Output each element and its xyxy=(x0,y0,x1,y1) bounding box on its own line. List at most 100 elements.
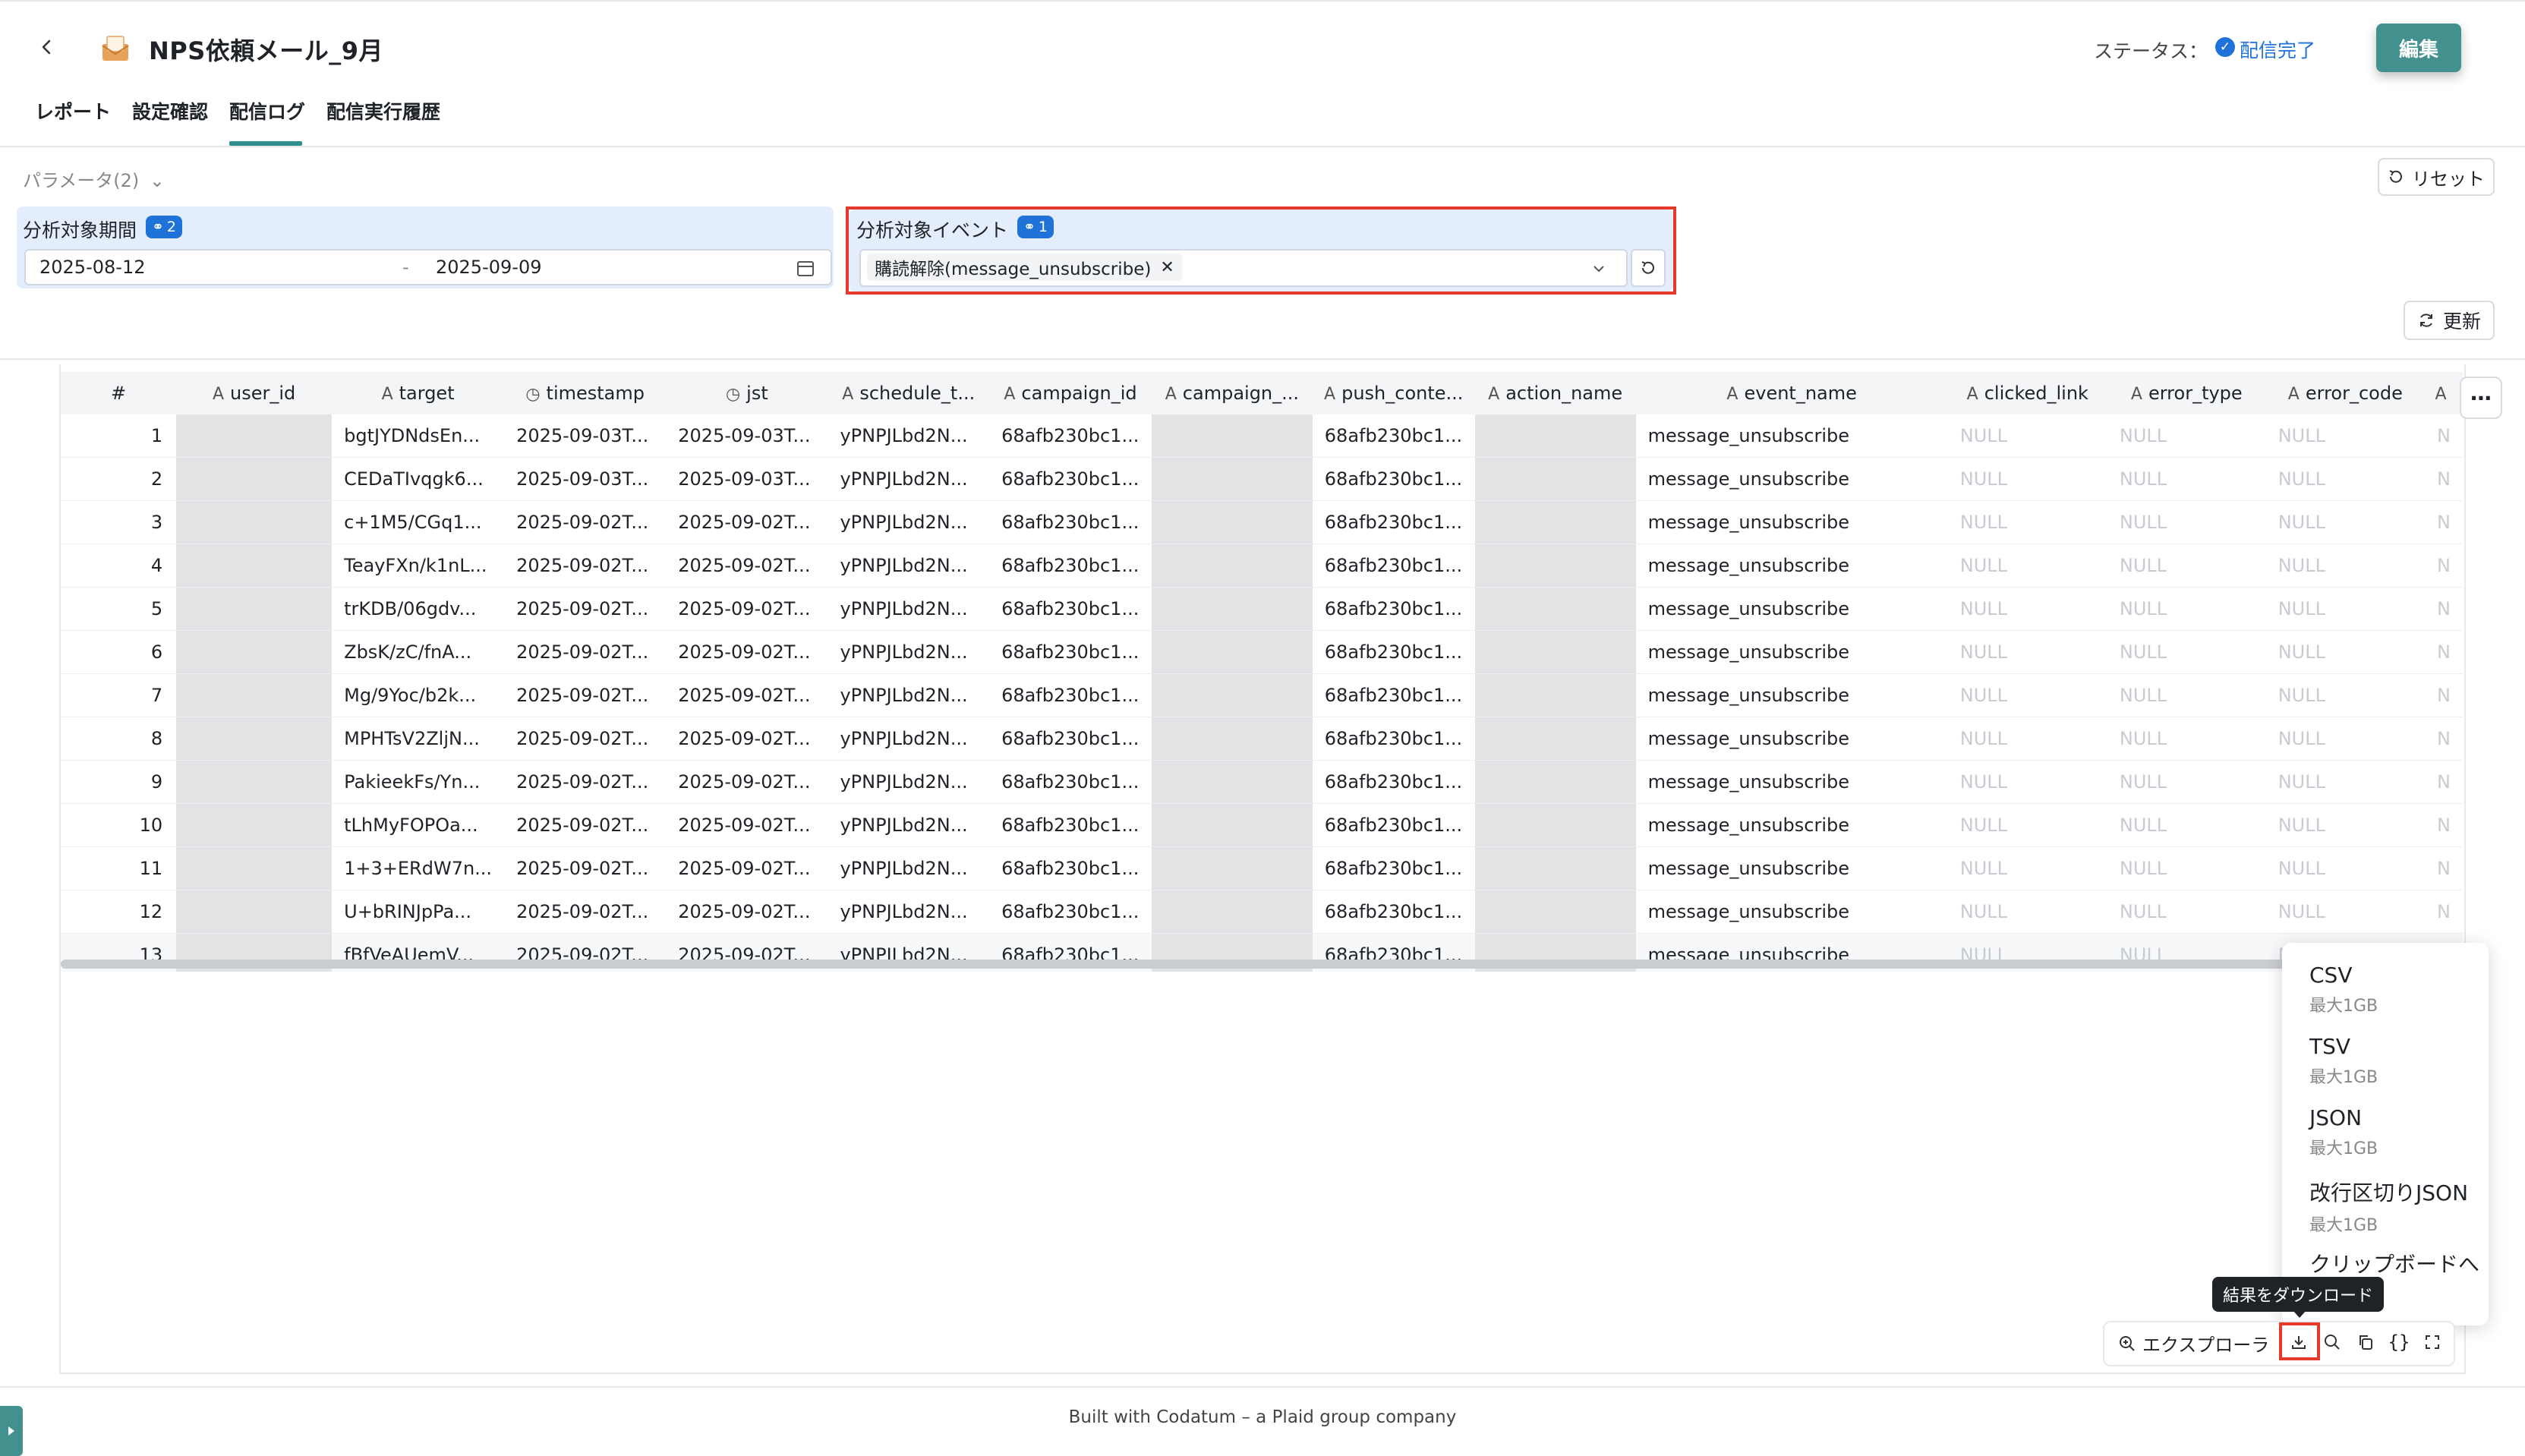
table-cell[interactable] xyxy=(1151,717,1313,761)
table-cell[interactable]: 68afb230bc1... xyxy=(989,414,1152,458)
table-cell[interactable] xyxy=(1151,846,1313,890)
column-header[interactable]: Aevent_name xyxy=(1635,372,1948,414)
column-header[interactable]: ◷ jst xyxy=(666,372,828,414)
table-row[interactable]: 10 tLhMyFOPOa... 2025-09-02T... 2025-09-02T… xyxy=(61,803,2463,847)
table-cell[interactable]: 68afb230bc1... xyxy=(1312,544,1475,588)
table-cell[interactable]: 2025-09-02T... xyxy=(666,846,828,890)
table-cell[interactable]: 68afb230bc1... xyxy=(989,673,1152,717)
tab-settings-check[interactable]: 設定確認 xyxy=(132,97,208,124)
refresh-button[interactable]: 更新 xyxy=(2404,301,2495,340)
table-cell[interactable]: 68afb230bc1... xyxy=(989,717,1152,761)
back-button[interactable] xyxy=(33,33,61,61)
table-cell[interactable]: 68afb230bc1... xyxy=(1312,803,1475,847)
date-range-input[interactable]: 2025-08-12 - 2025-09-09 xyxy=(24,249,832,285)
table-cell[interactable] xyxy=(176,717,333,761)
table-cell[interactable]: NULL xyxy=(1947,717,2107,761)
table-cell[interactable]: c+1M5/CGq1... xyxy=(332,500,505,544)
table-cell[interactable]: NULL xyxy=(2107,630,2266,674)
table-cell[interactable] xyxy=(1474,803,1636,847)
tab-execution-history[interactable]: 配信実行履歴 xyxy=(326,97,440,124)
column-header[interactable]: Atarget xyxy=(332,372,505,414)
menu-item-clipboard[interactable]: クリップボードへ xyxy=(2309,1248,2479,1278)
table-cell[interactable]: NULL xyxy=(2265,587,2425,631)
table-cell[interactable]: NULL xyxy=(2107,846,2266,890)
table-cell[interactable]: N xyxy=(2424,457,2463,501)
table-cell[interactable]: 1+3+ERdW7n... xyxy=(332,846,505,890)
table-cell[interactable] xyxy=(1474,587,1636,631)
edit-button[interactable]: 編集 xyxy=(2376,24,2461,72)
table-row[interactable]: 8 MPHTsV2ZljN... 2025-09-02T... 2025-09-02T… xyxy=(61,717,2463,761)
row-number[interactable]: 2 xyxy=(61,457,177,501)
table-row[interactable]: 7 Mg/9Yoc/b2k... 2025-09-02T... 2025-09-02T… xyxy=(61,673,2463,717)
table-cell[interactable] xyxy=(1151,803,1313,847)
row-number[interactable]: 12 xyxy=(61,890,177,934)
column-header[interactable]: Auser_id xyxy=(176,372,333,414)
table-cell[interactable]: NULL xyxy=(2107,890,2266,934)
table-cell[interactable]: NULL xyxy=(2265,803,2425,847)
table-cell[interactable]: 68afb230bc1... xyxy=(1312,846,1475,890)
table-cell[interactable]: 2025-09-02T... xyxy=(504,500,667,544)
row-number[interactable]: 4 xyxy=(61,544,177,588)
table-cell[interactable]: 68afb230bc1... xyxy=(989,846,1152,890)
table-row[interactable]: 4 TeayFXn/k1nL... 2025-09-02T... 2025-09-02… xyxy=(61,544,2463,588)
table-cell[interactable] xyxy=(1474,890,1636,934)
table-cell[interactable]: NULL xyxy=(1947,500,2107,544)
table-cell[interactable]: N xyxy=(2424,890,2463,934)
reset-button[interactable]: リセット xyxy=(2378,158,2495,196)
table-cell[interactable] xyxy=(176,414,333,458)
copy-icon[interactable] xyxy=(2350,1327,2381,1357)
table-cell[interactable]: yPNPJLbd2N... xyxy=(827,673,990,717)
table-cell[interactable]: NULL xyxy=(1947,673,2107,717)
table-row[interactable]: 3 c+1M5/CGq1... 2025-09-02T... 2025-09-02T.… xyxy=(61,500,2463,544)
table-cell[interactable]: 2025-09-02T... xyxy=(504,890,667,934)
menu-item-csv[interactable]: CSV 最大1GB xyxy=(2309,963,2378,1016)
table-row[interactable]: 12 U+bRINJpPa... 2025-09-02T... 2025-09-02T… xyxy=(61,890,2463,934)
table-cell[interactable] xyxy=(1151,630,1313,674)
table-cell[interactable]: 2025-09-02T... xyxy=(504,630,667,674)
table-cell[interactable]: N xyxy=(2424,846,2463,890)
table-cell[interactable] xyxy=(1474,630,1636,674)
table-cell[interactable]: yPNPJLbd2N... xyxy=(827,846,990,890)
table-cell[interactable]: 68afb230bc1... xyxy=(1312,760,1475,804)
table-cell[interactable]: message_unsubscribe xyxy=(1635,587,1948,631)
table-cell[interactable]: NULL xyxy=(1947,544,2107,588)
table-cell[interactable]: NULL xyxy=(1947,803,2107,847)
table-cell[interactable]: yPNPJLbd2N... xyxy=(827,890,990,934)
table-cell[interactable]: 2025-09-02T... xyxy=(504,846,667,890)
table-cell[interactable]: yPNPJLbd2N... xyxy=(827,760,990,804)
table-cell[interactable]: NULL xyxy=(1947,587,2107,631)
table-cell[interactable]: 68afb230bc1... xyxy=(989,544,1152,588)
parameter-toggle[interactable]: パラメータ(2) ⌄ xyxy=(23,165,165,192)
table-cell[interactable] xyxy=(176,846,333,890)
table-cell[interactable]: NULL xyxy=(2107,457,2266,501)
table-cell[interactable]: 2025-09-02T... xyxy=(666,630,828,674)
table-cell[interactable]: NULL xyxy=(1947,760,2107,804)
table-cell[interactable]: NULL xyxy=(2265,673,2425,717)
column-header[interactable]: Aclicked_link xyxy=(1947,372,2107,414)
table-cell[interactable] xyxy=(1151,544,1313,588)
row-number[interactable]: 8 xyxy=(61,717,177,761)
table-cell[interactable]: N xyxy=(2424,587,2463,631)
table-cell[interactable]: N xyxy=(2424,717,2463,761)
column-header[interactable]: Aaction_name xyxy=(1474,372,1636,414)
table-cell[interactable]: N xyxy=(2424,630,2463,674)
table-cell[interactable]: yPNPJLbd2N... xyxy=(827,457,990,501)
row-number[interactable]: 7 xyxy=(61,673,177,717)
table-cell[interactable]: 2025-09-02T... xyxy=(504,673,667,717)
table-cell[interactable]: NULL xyxy=(2107,717,2266,761)
table-cell[interactable]: NULL xyxy=(2265,630,2425,674)
table-cell[interactable]: NULL xyxy=(2265,890,2425,934)
search-icon[interactable] xyxy=(2317,1327,2347,1357)
table-cell[interactable]: N xyxy=(2424,673,2463,717)
table-cell[interactable]: yPNPJLbd2N... xyxy=(827,500,990,544)
row-number[interactable]: 9 xyxy=(61,760,177,804)
horizontal-scrollbar[interactable] xyxy=(61,960,2472,969)
table-cell[interactable]: Mg/9Yoc/b2k... xyxy=(332,673,505,717)
table-cell[interactable]: message_unsubscribe xyxy=(1635,890,1948,934)
table-cell[interactable]: NULL xyxy=(1947,890,2107,934)
table-cell[interactable]: 2025-09-03T... xyxy=(504,457,667,501)
table-cell[interactable]: message_unsubscribe xyxy=(1635,673,1948,717)
table-cell[interactable]: N xyxy=(2424,500,2463,544)
table-cell[interactable]: message_unsubscribe xyxy=(1635,544,1948,588)
table-cell[interactable]: message_unsubscribe xyxy=(1635,630,1948,674)
